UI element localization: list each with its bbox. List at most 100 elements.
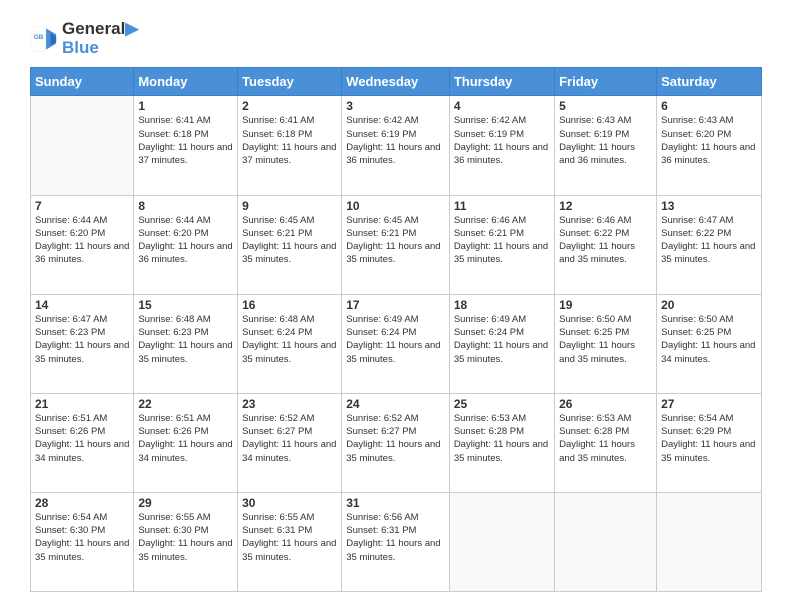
- day-number: 23: [242, 397, 337, 411]
- day-info: Sunrise: 6:48 AM Sunset: 6:24 PM Dayligh…: [242, 313, 337, 366]
- day-info: Sunrise: 6:42 AM Sunset: 6:19 PM Dayligh…: [346, 114, 445, 167]
- day-info: Sunrise: 6:50 AM Sunset: 6:25 PM Dayligh…: [559, 313, 652, 366]
- calendar-cell: 1Sunrise: 6:41 AM Sunset: 6:18 PM Daylig…: [134, 96, 238, 195]
- day-info: Sunrise: 6:47 AM Sunset: 6:22 PM Dayligh…: [661, 214, 757, 267]
- day-number: 20: [661, 298, 757, 312]
- day-info: Sunrise: 6:44 AM Sunset: 6:20 PM Dayligh…: [138, 214, 233, 267]
- calendar-cell: 15Sunrise: 6:48 AM Sunset: 6:23 PM Dayli…: [134, 294, 238, 393]
- day-info: Sunrise: 6:52 AM Sunset: 6:27 PM Dayligh…: [242, 412, 337, 465]
- day-number: 5: [559, 99, 652, 113]
- weekday-header-friday: Friday: [555, 68, 657, 96]
- day-number: 9: [242, 199, 337, 213]
- weekday-header-thursday: Thursday: [449, 68, 554, 96]
- calendar-cell: 5Sunrise: 6:43 AM Sunset: 6:19 PM Daylig…: [555, 96, 657, 195]
- calendar-cell: 16Sunrise: 6:48 AM Sunset: 6:24 PM Dayli…: [238, 294, 342, 393]
- calendar-cell: 3Sunrise: 6:42 AM Sunset: 6:19 PM Daylig…: [342, 96, 450, 195]
- calendar-cell: 4Sunrise: 6:42 AM Sunset: 6:19 PM Daylig…: [449, 96, 554, 195]
- day-number: 8: [138, 199, 233, 213]
- page: GB General▶ Blue SundayMondayTuesdayWedn…: [0, 0, 792, 612]
- calendar-cell: 31Sunrise: 6:56 AM Sunset: 6:31 PM Dayli…: [342, 492, 450, 591]
- day-info: Sunrise: 6:54 AM Sunset: 6:30 PM Dayligh…: [35, 511, 129, 564]
- calendar-cell: 13Sunrise: 6:47 AM Sunset: 6:22 PM Dayli…: [657, 195, 762, 294]
- logo: GB General▶ Blue: [30, 20, 138, 57]
- calendar-cell: 12Sunrise: 6:46 AM Sunset: 6:22 PM Dayli…: [555, 195, 657, 294]
- calendar-cell: 18Sunrise: 6:49 AM Sunset: 6:24 PM Dayli…: [449, 294, 554, 393]
- day-info: Sunrise: 6:46 AM Sunset: 6:22 PM Dayligh…: [559, 214, 652, 267]
- day-info: Sunrise: 6:54 AM Sunset: 6:29 PM Dayligh…: [661, 412, 757, 465]
- day-info: Sunrise: 6:48 AM Sunset: 6:23 PM Dayligh…: [138, 313, 233, 366]
- day-number: 29: [138, 496, 233, 510]
- calendar-cell: 28Sunrise: 6:54 AM Sunset: 6:30 PM Dayli…: [31, 492, 134, 591]
- day-number: 11: [454, 199, 550, 213]
- calendar-week-0: 1Sunrise: 6:41 AM Sunset: 6:18 PM Daylig…: [31, 96, 762, 195]
- day-info: Sunrise: 6:51 AM Sunset: 6:26 PM Dayligh…: [35, 412, 129, 465]
- day-number: 19: [559, 298, 652, 312]
- day-number: 31: [346, 496, 445, 510]
- day-info: Sunrise: 6:49 AM Sunset: 6:24 PM Dayligh…: [454, 313, 550, 366]
- calendar-cell: [657, 492, 762, 591]
- calendar-cell: 21Sunrise: 6:51 AM Sunset: 6:26 PM Dayli…: [31, 393, 134, 492]
- day-number: 15: [138, 298, 233, 312]
- calendar-cell: 19Sunrise: 6:50 AM Sunset: 6:25 PM Dayli…: [555, 294, 657, 393]
- day-number: 10: [346, 199, 445, 213]
- day-number: 12: [559, 199, 652, 213]
- weekday-header-sunday: Sunday: [31, 68, 134, 96]
- day-info: Sunrise: 6:45 AM Sunset: 6:21 PM Dayligh…: [242, 214, 337, 267]
- calendar-cell: 8Sunrise: 6:44 AM Sunset: 6:20 PM Daylig…: [134, 195, 238, 294]
- day-number: 6: [661, 99, 757, 113]
- day-info: Sunrise: 6:53 AM Sunset: 6:28 PM Dayligh…: [559, 412, 652, 465]
- calendar-cell: 6Sunrise: 6:43 AM Sunset: 6:20 PM Daylig…: [657, 96, 762, 195]
- calendar-cell: 2Sunrise: 6:41 AM Sunset: 6:18 PM Daylig…: [238, 96, 342, 195]
- calendar-week-1: 7 Sunrise: 6:44 AM Sunset: 6:20 PM Daylig…: [31, 195, 762, 294]
- day-info: Sunrise: 6:47 AM Sunset: 6:23 PM Dayligh…: [35, 313, 129, 366]
- calendar-cell: 11Sunrise: 6:46 AM Sunset: 6:21 PM Dayli…: [449, 195, 554, 294]
- day-info: Sunrise: 6:42 AM Sunset: 6:19 PM Dayligh…: [454, 114, 550, 167]
- day-info: Sunrise: 6:51 AM Sunset: 6:26 PM Dayligh…: [138, 412, 233, 465]
- day-number: 3: [346, 99, 445, 113]
- calendar-cell: 29Sunrise: 6:55 AM Sunset: 6:30 PM Dayli…: [134, 492, 238, 591]
- day-number: 7: [35, 199, 129, 213]
- day-info: Sunrise: 6:55 AM Sunset: 6:30 PM Dayligh…: [138, 511, 233, 564]
- weekday-header-monday: Monday: [134, 68, 238, 96]
- day-number: 26: [559, 397, 652, 411]
- logo-icon: GB: [30, 25, 58, 53]
- day-number: 30: [242, 496, 337, 510]
- calendar-cell: [555, 492, 657, 591]
- day-info: Sunrise: 6:45 AM Sunset: 6:21 PM Dayligh…: [346, 214, 445, 267]
- calendar-cell: 7Sunrise: 6:44 AM Sunset: 6:20 PM Daylig…: [31, 195, 134, 294]
- day-info: Sunrise: 6:46 AM Sunset: 6:21 PM Dayligh…: [454, 214, 550, 267]
- calendar-week-3: 21Sunrise: 6:51 AM Sunset: 6:26 PM Dayli…: [31, 393, 762, 492]
- day-number: 24: [346, 397, 445, 411]
- calendar-cell: 26Sunrise: 6:53 AM Sunset: 6:28 PM Dayli…: [555, 393, 657, 492]
- calendar-week-2: 14Sunrise: 6:47 AM Sunset: 6:23 PM Dayli…: [31, 294, 762, 393]
- calendar-cell: 17Sunrise: 6:49 AM Sunset: 6:24 PM Dayli…: [342, 294, 450, 393]
- day-number: 22: [138, 397, 233, 411]
- weekday-header-saturday: Saturday: [657, 68, 762, 96]
- calendar-cell: 23Sunrise: 6:52 AM Sunset: 6:27 PM Dayli…: [238, 393, 342, 492]
- calendar-cell: 10Sunrise: 6:45 AM Sunset: 6:21 PM Dayli…: [342, 195, 450, 294]
- day-number: 14: [35, 298, 129, 312]
- day-number: 13: [661, 199, 757, 213]
- calendar-header-row: SundayMondayTuesdayWednesdayThursdayFrid…: [31, 68, 762, 96]
- calendar-cell: 25Sunrise: 6:53 AM Sunset: 6:28 PM Dayli…: [449, 393, 554, 492]
- calendar-cell: 27Sunrise: 6:54 AM Sunset: 6:29 PM Dayli…: [657, 393, 762, 492]
- day-number: 1: [138, 99, 233, 113]
- day-number: 2: [242, 99, 337, 113]
- calendar-cell: [449, 492, 554, 591]
- day-info: Sunrise: 6:53 AM Sunset: 6:28 PM Dayligh…: [454, 412, 550, 465]
- day-number: 28: [35, 496, 129, 510]
- svg-text:GB: GB: [34, 34, 44, 41]
- day-number: 25: [454, 397, 550, 411]
- day-info: Sunrise: 6:43 AM Sunset: 6:20 PM Dayligh…: [661, 114, 757, 167]
- day-info: Sunrise: 6:41 AM Sunset: 6:18 PM Dayligh…: [138, 114, 233, 167]
- day-info: Sunrise: 6:55 AM Sunset: 6:31 PM Dayligh…: [242, 511, 337, 564]
- day-number: 16: [242, 298, 337, 312]
- calendar-cell: 20Sunrise: 6:50 AM Sunset: 6:25 PM Dayli…: [657, 294, 762, 393]
- calendar-table: SundayMondayTuesdayWednesdayThursdayFrid…: [30, 67, 762, 592]
- header: GB General▶ Blue: [30, 20, 762, 57]
- calendar-cell: [31, 96, 134, 195]
- day-info: Sunrise: 6:56 AM Sunset: 6:31 PM Dayligh…: [346, 511, 445, 564]
- calendar-week-4: 28Sunrise: 6:54 AM Sunset: 6:30 PM Dayli…: [31, 492, 762, 591]
- day-number: 4: [454, 99, 550, 113]
- calendar-cell: 22Sunrise: 6:51 AM Sunset: 6:26 PM Dayli…: [134, 393, 238, 492]
